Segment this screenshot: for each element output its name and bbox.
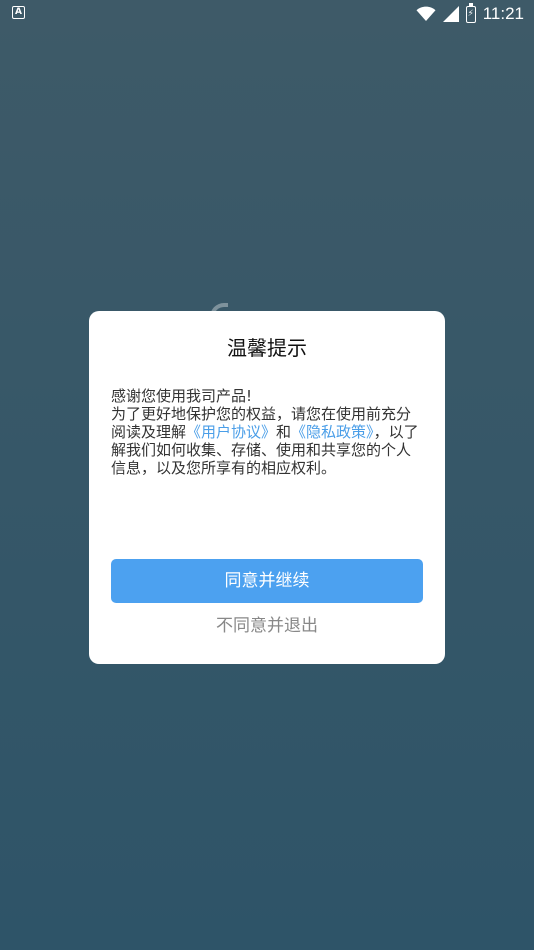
agree-continue-button[interactable]: 同意并继续 [111, 559, 423, 603]
dialog-greeting: 感谢您使用我司产品! [111, 387, 253, 405]
disagree-exit-button[interactable]: 不同意并退出 [111, 613, 423, 639]
description-connector: 和 [276, 423, 292, 441]
user-agreement-link[interactable]: 《用户协议》 [186, 423, 276, 441]
status-right-group: ⚡ 11:21 [416, 2, 524, 25]
privacy-policy-link[interactable]: 《隐私政策》 [291, 423, 374, 441]
dialog-body: 感谢您使用我司产品! 为了更好地保护您的权益，请您在使用前充分阅读及理解《用户协… [111, 387, 425, 477]
privacy-dialog: 温馨提示 感谢您使用我司产品! 为了更好地保护您的权益，请您在使用前充分阅读及理… [89, 311, 445, 664]
wifi-icon [416, 6, 436, 21]
app-screen: A ⚡ 11:21 温馨提示 感谢您使用我司产品! 为了更好地保护您的权益，请您… [0, 0, 534, 950]
charging-bolt-icon: ⚡ [467, 8, 474, 19]
status-bar: A ⚡ 11:21 [0, 0, 534, 28]
dialog-title: 温馨提示 [227, 336, 307, 360]
signal-icon [442, 6, 459, 22]
battery-charging-icon: ⚡ [465, 2, 476, 23]
app-notification-icon: A [12, 6, 25, 19]
status-time: 11:21 [482, 4, 524, 23]
dialog-description: 为了更好地保护您的权益，请您在使用前充分阅读及理解《用户协议》和《隐私政策》，以… [111, 405, 425, 477]
